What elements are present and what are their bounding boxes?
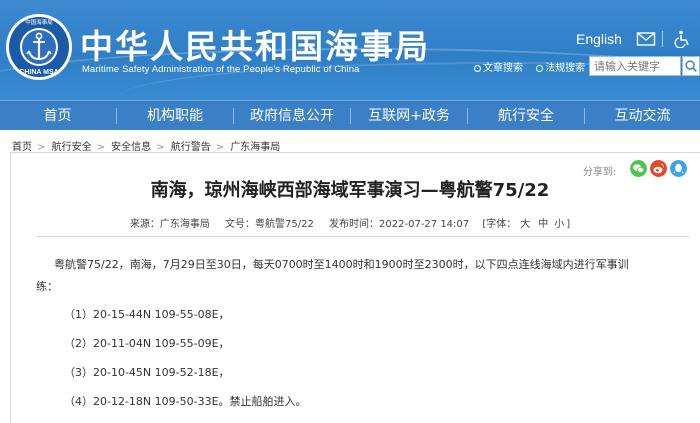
mail-icon[interactable] (636, 30, 656, 48)
article-source: 来源：广东海事局 (129, 219, 210, 230)
site-header: CHINA MSA 中国海事局 中华人民共和国海事局 Maritime Safe… (0, 0, 700, 100)
title-divider (36, 236, 690, 237)
radio-icon (536, 65, 544, 72)
article-paragraph: 粤航警75/22，南海，7月29日至30日，每天0700时至1400时和1900… (54, 258, 629, 271)
font-size-control: [字体：大中小] (482, 219, 570, 230)
qq-icon[interactable] (670, 160, 687, 177)
nav-item-internet-gov[interactable]: 互联网+政务 (351, 101, 467, 131)
coordinate-point: （1）20-15-44N 109-55-08E， (64, 308, 230, 321)
nav-item-gov-info[interactable]: 政府信息公开 (234, 101, 350, 131)
main-nav: 首页 机构职能 政府信息公开 互联网+政务 航行安全 互动交流 (0, 100, 700, 130)
nav-item-interaction[interactable]: 互动交流 (585, 101, 700, 131)
coordinate-point: （3）20-10-45N 109-52-18E， (64, 366, 230, 379)
article-publish-time: 发布时间：2022-07-27 14:07 (329, 219, 470, 230)
search-option-article[interactable]: 文章搜索 (474, 59, 523, 74)
search-icon[interactable] (682, 56, 700, 76)
nav-item-functions[interactable]: 机构职能 (117, 101, 233, 131)
site-subtitle: Maritime Safety Administration of the Pe… (82, 64, 360, 75)
article-meta: 来源：广东海事局 文号：粤航警75/22 发布时间：2022-07-27 14:… (0, 215, 700, 230)
logo-text: CHINA MSA (19, 69, 58, 76)
site-title[interactable]: 中华人民共和国海事局 (80, 20, 430, 68)
msa-logo[interactable]: CHINA MSA 中国海事局 (4, 12, 74, 82)
search-input[interactable] (589, 56, 681, 76)
font-size-large[interactable]: 大 (520, 219, 530, 230)
coordinate-point: （4）20-12-18N 109-50-33E。禁止船舶进入。 (64, 395, 307, 408)
article-title: 南海，琼州海峡西部海域军事演习—粤航警75/22 (150, 180, 550, 201)
article-paragraph-continued: 练： (36, 280, 58, 293)
breadcrumb: 首页 > 航行安全 > 安全信息 > 航行警告 > 广东海事局 (12, 138, 282, 153)
font-size-label: [字体： (482, 219, 517, 230)
wechat-icon[interactable] (630, 160, 647, 177)
weibo-icon[interactable] (650, 160, 667, 177)
font-size-medium[interactable]: 中 (538, 219, 548, 230)
search-option-regulation[interactable]: 法规搜索 (536, 59, 585, 74)
radio-selected-icon (474, 65, 481, 72)
font-size-close: ] (566, 219, 571, 230)
article-doc-number: 文号：粤航警75/22 (225, 219, 314, 230)
nav-item-home[interactable]: 首页 (0, 101, 115, 131)
font-size-small[interactable]: 小 (554, 219, 564, 230)
logo-top-text: 中国海事局 (25, 18, 53, 26)
search-type-selector: 文章搜索 法规搜索 (474, 59, 595, 74)
nav-item-navigation-safety[interactable]: 航行安全 (468, 101, 584, 131)
english-link[interactable]: English (576, 31, 622, 47)
accessibility-icon[interactable] (672, 30, 692, 48)
coordinate-point: （2）20-11-04N 109-55-09E， (64, 337, 230, 350)
header-divider (662, 31, 663, 47)
